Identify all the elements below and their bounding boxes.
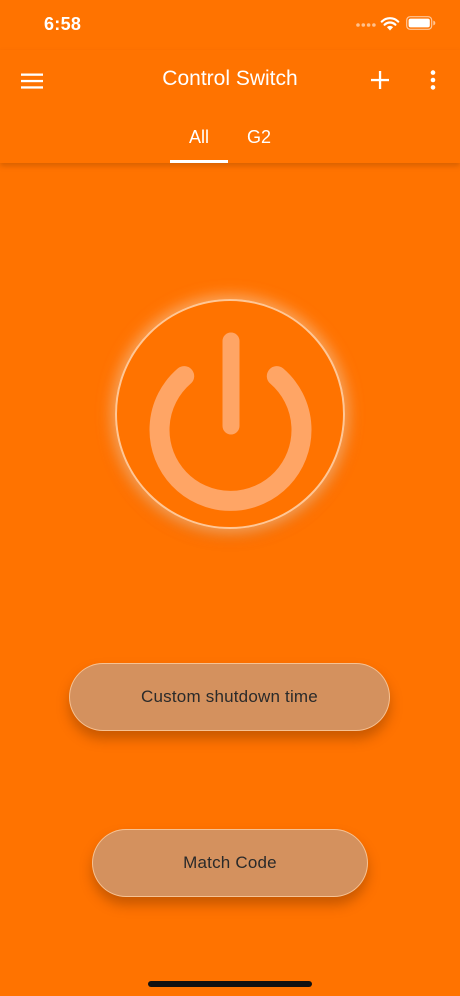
signal-icon <box>356 23 376 27</box>
tab-g2[interactable]: G2 <box>234 114 284 163</box>
plus-icon <box>371 71 389 89</box>
home-indicator <box>148 981 312 987</box>
more-options-button[interactable] <box>418 64 448 96</box>
power-icon <box>149 332 312 511</box>
battery-icon <box>406 16 436 30</box>
page-title: Control Switch <box>162 67 298 90</box>
menu-button[interactable] <box>14 64 50 98</box>
custom-shutdown-time-button[interactable]: Custom shutdown time <box>69 663 390 731</box>
more-vertical-icon <box>430 70 436 90</box>
app-bar: Control Switch All G2 <box>0 50 460 163</box>
match-code-button[interactable]: Match Code <box>92 829 368 897</box>
wifi-icon <box>380 17 400 31</box>
tab-all[interactable]: All <box>170 114 228 163</box>
status-time: 6:58 <box>44 14 82 34</box>
tab-bar: All G2 <box>0 114 460 163</box>
hamburger-menu-icon <box>21 73 43 89</box>
status-bar: 6:58 <box>0 0 460 50</box>
add-button[interactable] <box>364 64 396 96</box>
power-button[interactable] <box>115 299 345 529</box>
